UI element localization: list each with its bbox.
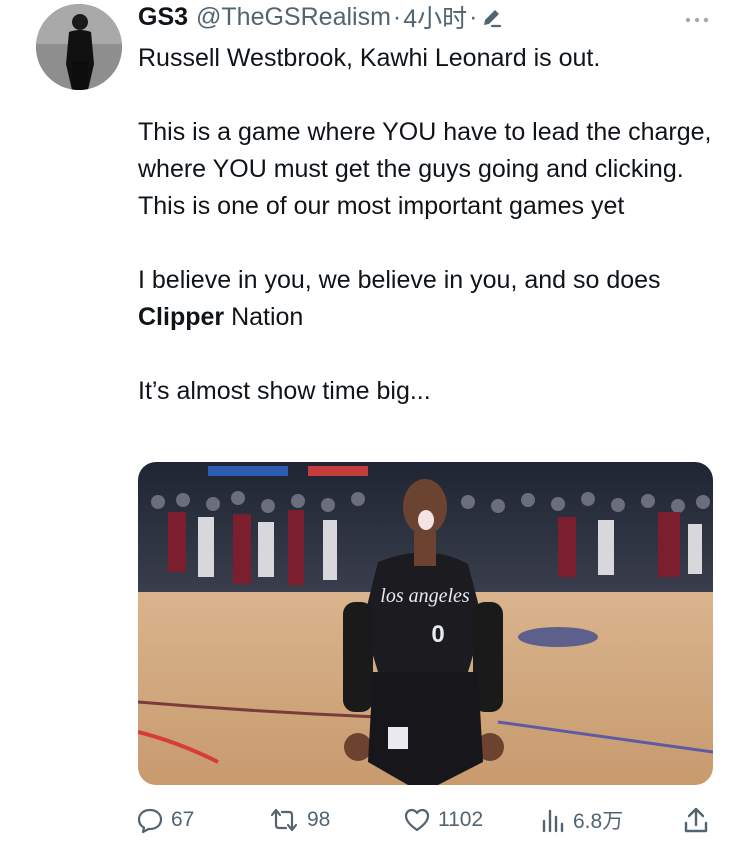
views-button[interactable]: 6.8万 xyxy=(540,800,623,840)
tweet-time[interactable]: 4小时 xyxy=(403,0,467,35)
jersey-city-text: los angeles xyxy=(380,585,470,607)
para3-start: I believe in you, we believe in you, and… xyxy=(138,266,661,294)
clipper-bold: Clipper xyxy=(138,303,225,331)
tweet-paragraph-4: It’s almost show time big... xyxy=(138,377,431,405)
tweet-header: GS3 @TheGSRealism · 4小时 · xyxy=(138,0,503,34)
reply-button[interactable]: 67 xyxy=(136,800,194,840)
tweet-line-1: Russell Westbrook, Kawhi Leonard is out. xyxy=(138,44,601,72)
share-button[interactable] xyxy=(683,800,709,840)
share-icon xyxy=(684,807,708,833)
author-avatar[interactable] xyxy=(36,4,122,90)
author-name[interactable]: GS3 xyxy=(138,3,188,32)
separator-dot: · xyxy=(469,2,478,31)
jersey-number-text: 0 xyxy=(431,621,444,648)
more-dots-icon[interactable] xyxy=(684,11,710,29)
like-count: 1102 xyxy=(438,808,484,831)
separator-dot: · xyxy=(392,2,402,31)
para3-end: Nation xyxy=(224,303,304,331)
views-count: 6.8万 xyxy=(573,810,624,833)
views-chart-icon xyxy=(542,809,564,833)
retweet-count: 98 xyxy=(307,808,331,831)
author-handle[interactable]: @TheGSRealism xyxy=(196,3,391,32)
pencil-icon[interactable] xyxy=(481,6,503,28)
reply-icon xyxy=(137,808,163,834)
tweet-media-image[interactable]: los angeles 0 xyxy=(138,462,713,785)
tweet-text: Russell Westbrook, Kawhi Leonard is out.… xyxy=(138,40,718,410)
like-button[interactable]: 1102 xyxy=(403,800,483,840)
tweet-paragraph-2: This is a game where YOU have to lead th… xyxy=(138,118,712,220)
tweet-paragraph-3: I believe in you, we believe in you, and… xyxy=(138,262,718,336)
tweet-action-bar: 67 98 1102 6.8万 xyxy=(0,800,750,840)
reply-count: 67 xyxy=(171,808,195,831)
avatar-silhouette-icon xyxy=(36,4,122,90)
retweet-icon xyxy=(270,808,298,832)
heart-icon xyxy=(404,808,430,832)
retweet-button[interactable]: 98 xyxy=(268,800,330,840)
